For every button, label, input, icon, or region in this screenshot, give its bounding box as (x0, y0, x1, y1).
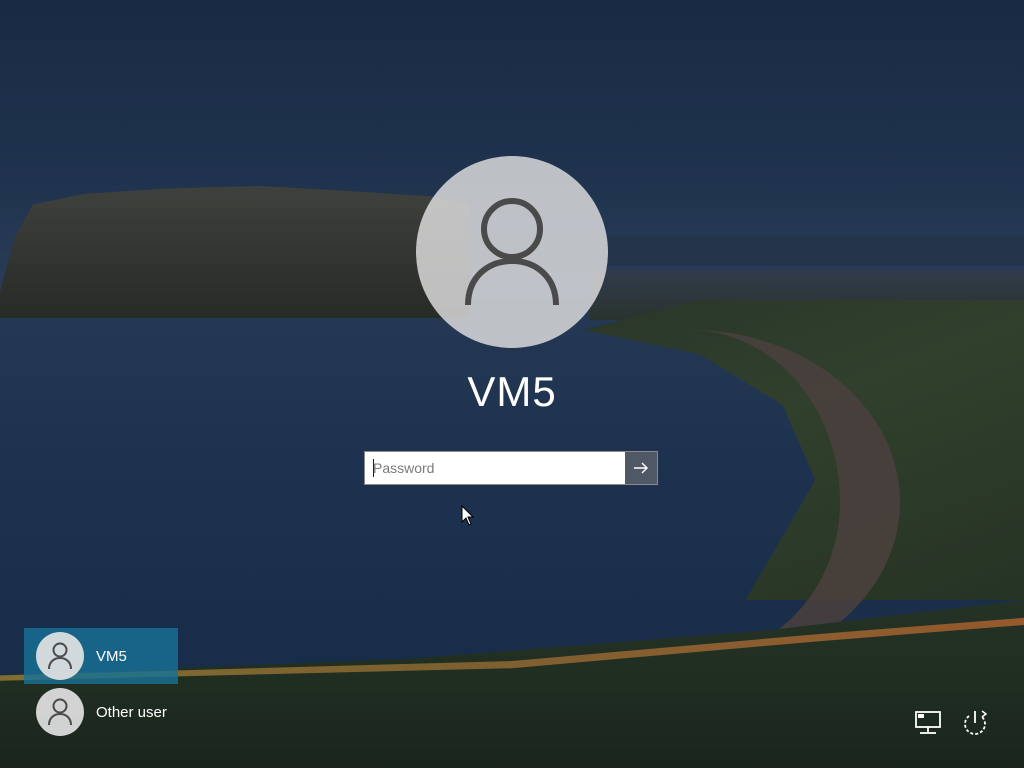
lock-screen: VM5 VM5 Other user (0, 0, 1024, 768)
text-caret (373, 459, 374, 477)
user-silhouette-icon (48, 642, 72, 670)
mouse-pointer-icon (461, 505, 475, 526)
user-avatar-large (416, 156, 608, 348)
user-avatar-small (36, 632, 84, 680)
user-list-item-vm5[interactable]: VM5 (24, 628, 178, 684)
arrow-right-icon (634, 462, 648, 474)
power-button[interactable] (958, 706, 992, 740)
network-button[interactable] (911, 706, 945, 740)
user-list-label: Other user (96, 703, 167, 721)
power-icon (964, 710, 988, 735)
username-heading: VM5 (467, 368, 557, 415)
password-field-group (364, 451, 658, 485)
network-icon (915, 711, 941, 734)
user-silhouette-icon (48, 698, 72, 726)
user-list-item-other-user[interactable]: Other user (24, 684, 178, 740)
password-input[interactable] (365, 452, 625, 484)
user-silhouette-icon (465, 198, 559, 306)
submit-button[interactable] (625, 452, 657, 484)
user-list-label: VM5 (96, 647, 127, 665)
user-avatar-small (36, 688, 84, 736)
